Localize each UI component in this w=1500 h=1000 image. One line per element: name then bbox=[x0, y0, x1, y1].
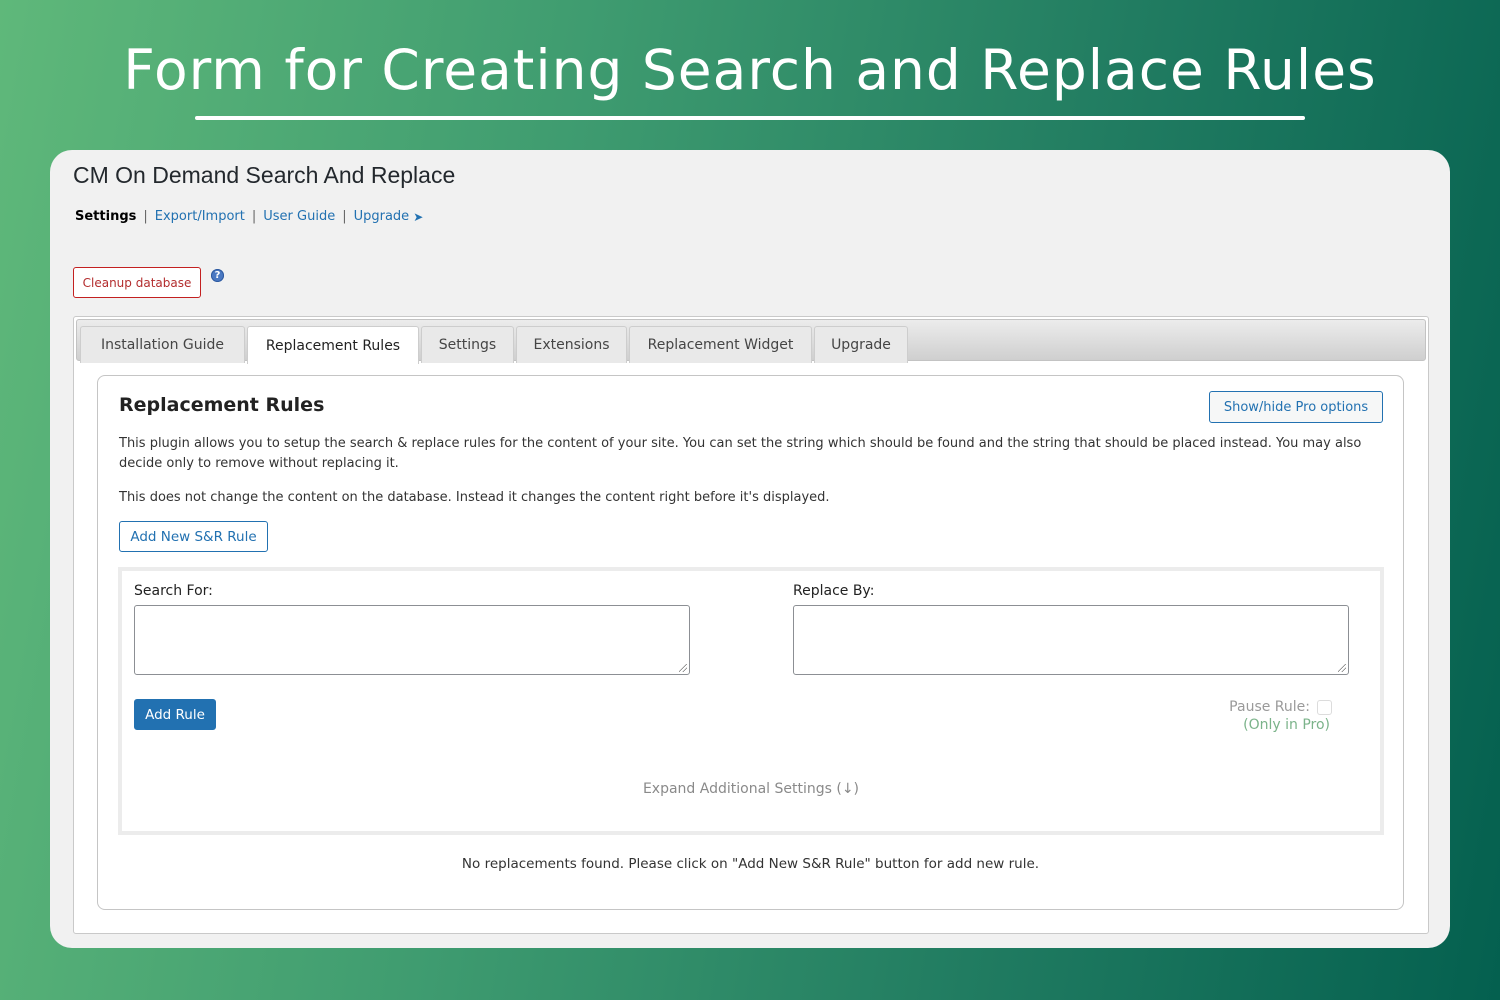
tab-bar: Installation Guide Replacement Rules Set… bbox=[76, 319, 1426, 364]
tab-replacement-rules[interactable]: Replacement Rules bbox=[247, 326, 419, 364]
database-note-text: This does not change the content on the … bbox=[119, 490, 830, 505]
show-hide-pro-options-button[interactable]: Show/hide Pro options bbox=[1209, 391, 1383, 423]
search-for-label: Search For: bbox=[134, 583, 213, 599]
banner-title: Form for Creating Search and Replace Rul… bbox=[123, 38, 1377, 102]
tab-replacement-widget[interactable]: Replacement Widget bbox=[629, 326, 812, 363]
replace-by-label: Replace By: bbox=[793, 583, 875, 599]
tab-settings[interactable]: Settings bbox=[421, 326, 514, 363]
subnav-separator: | bbox=[251, 209, 257, 224]
subnav-separator: | bbox=[143, 209, 148, 224]
subnav-settings: Settings bbox=[75, 209, 137, 224]
arrow-right-icon: ➤ bbox=[413, 209, 424, 224]
panel-heading: Replacement Rules bbox=[119, 394, 325, 416]
rule-form: Search For: Replace By: Add Rule Pause R… bbox=[118, 567, 1384, 835]
tab-upgrade[interactable]: Upgrade bbox=[814, 326, 908, 363]
tabs-container: Installation Guide Replacement Rules Set… bbox=[73, 316, 1429, 934]
replace-by-textarea[interactable] bbox=[793, 605, 1349, 675]
subnav-export-import-link[interactable]: Export/Import bbox=[155, 209, 245, 224]
plugin-window: CM On Demand Search And Replace Settings… bbox=[50, 150, 1450, 948]
add-new-rule-button[interactable]: Add New S&R Rule bbox=[119, 521, 268, 552]
pause-rule-checkbox[interactable] bbox=[1317, 699, 1332, 715]
replacement-rules-panel: Replacement Rules Show/hide Pro options … bbox=[97, 375, 1404, 910]
sub-navigation: Settings | Export/Import | User Guide | … bbox=[75, 209, 423, 224]
only-in-pro-note: (Only in Pro) bbox=[1243, 717, 1330, 733]
banner-underline bbox=[195, 116, 1305, 120]
description-text: This plugin allows you to setup the sear… bbox=[119, 436, 1362, 471]
subnav-separator: | bbox=[342, 209, 347, 224]
empty-state-message: No replacements found. Please click on "… bbox=[461, 856, 1040, 872]
tab-extensions[interactable]: Extensions bbox=[516, 326, 627, 363]
resize-handle-icon[interactable] bbox=[1338, 664, 1346, 672]
tab-installation-guide[interactable]: Installation Guide bbox=[80, 326, 245, 363]
cleanup-database-button[interactable]: Cleanup database bbox=[73, 267, 201, 298]
page-title: CM On Demand Search And Replace bbox=[73, 162, 456, 188]
pause-rule-group: Pause Rule: (Only in Pro) bbox=[1212, 699, 1332, 733]
expand-additional-settings-link[interactable]: Expand Additional Settings (↓) bbox=[122, 781, 1380, 797]
subnav-upgrade-link[interactable]: Upgrade bbox=[354, 209, 410, 224]
add-rule-button[interactable]: Add Rule bbox=[134, 699, 216, 730]
subnav-user-guide-link[interactable]: User Guide bbox=[263, 209, 335, 224]
pause-rule-label: Pause Rule: bbox=[1229, 699, 1310, 715]
question-icon[interactable]: ? bbox=[211, 269, 224, 282]
search-for-textarea[interactable] bbox=[134, 605, 690, 675]
resize-handle-icon[interactable] bbox=[679, 664, 687, 672]
